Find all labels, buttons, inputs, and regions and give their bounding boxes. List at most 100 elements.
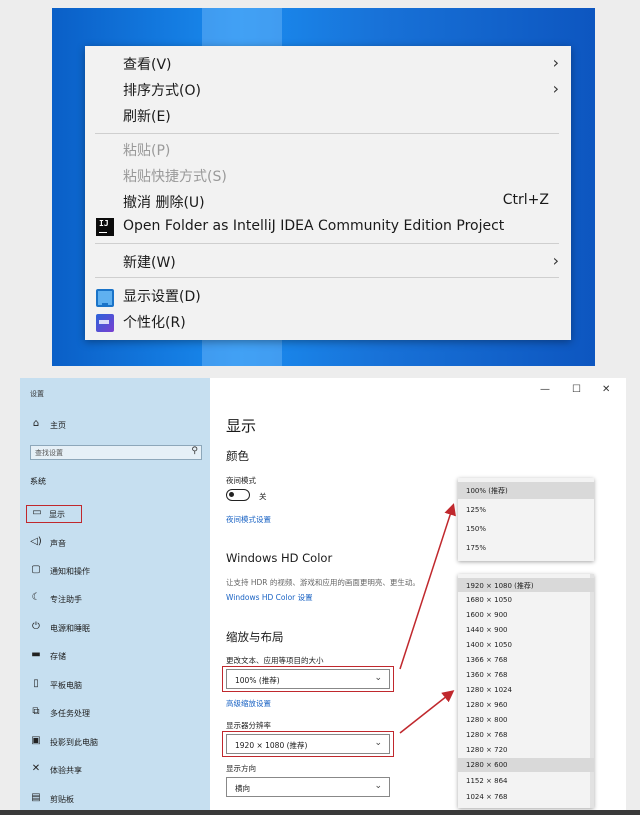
- annotation-highlight-box: [222, 666, 394, 692]
- resolution-option[interactable]: 1280 × 768: [458, 728, 594, 742]
- sidebar-item-label: 显示: [49, 510, 65, 519]
- sidebar-item-tablet[interactable]: ▯ 平板电脑: [30, 678, 200, 692]
- annotation-highlight-box: [222, 731, 394, 757]
- sidebar-item-label: 平板电脑: [50, 681, 82, 690]
- notification-icon: ▢: [31, 564, 41, 575]
- sidebar-item-clipboard[interactable]: ▤ 剪贴板: [30, 792, 200, 806]
- menu-item-view[interactable]: 查看(V) ›: [85, 50, 571, 76]
- screenshot-root: 查看(V) › 排序方式(O) › 刷新(E) 粘贴(P) 粘贴快捷方式(S) …: [0, 0, 640, 815]
- sidebar-item-home[interactable]: ⌂ 主页: [30, 418, 200, 432]
- menu-separator: [95, 133, 559, 134]
- close-button[interactable]: ✕: [602, 384, 610, 395]
- display-settings-icon: [96, 289, 114, 307]
- chevron-down-icon: ⌄: [374, 781, 382, 791]
- night-mode-settings-link[interactable]: 夜间模式设置: [226, 514, 271, 525]
- submenu-arrow-icon: ›: [552, 251, 559, 270]
- sidebar-item-label: 投影到此电脑: [50, 738, 98, 747]
- storage-icon: ▬: [31, 649, 41, 660]
- sidebar-item-project[interactable]: ▣ 投影到此电脑: [30, 735, 200, 749]
- personalize-icon: [96, 314, 114, 332]
- orientation-value: 横向: [235, 784, 250, 793]
- menu-item-label: 撤消 删除(U): [123, 195, 205, 211]
- menu-separator: [95, 243, 559, 244]
- resolution-option[interactable]: 1280 × 1024: [458, 683, 594, 697]
- menu-item-sort[interactable]: 排序方式(O) ›: [85, 76, 571, 102]
- night-mode-state: 关: [259, 492, 267, 501]
- scale-option[interactable]: 125%: [458, 502, 594, 519]
- home-icon: ⌂: [32, 418, 40, 429]
- sidebar-item-label: 电源和睡眠: [50, 624, 90, 633]
- clipboard-icon: ▤: [31, 792, 41, 803]
- sidebar-item-label: 主页: [50, 421, 66, 430]
- menu-item-open-intellij[interactable]: IJ Open Folder as IntelliJ IDEA Communit…: [85, 214, 571, 240]
- multitask-icon: ⧉: [32, 706, 40, 717]
- menu-item-personalize[interactable]: 个性化(R): [85, 308, 571, 334]
- menu-item-paste: 粘贴(P): [85, 136, 571, 162]
- project-icon: ▣: [31, 735, 41, 746]
- resolution-option[interactable]: 1280 × 800: [458, 713, 594, 727]
- menu-item-refresh[interactable]: 刷新(E): [85, 102, 571, 128]
- sidebar-item-label: 体验共享: [50, 766, 82, 775]
- resolution-option[interactable]: 1400 × 1050: [458, 638, 594, 652]
- monitor-icon: ▭: [32, 507, 42, 518]
- scale-label: 更改文本、应用等项目的大小: [226, 656, 324, 665]
- menu-item-display-settings[interactable]: 显示设置(D): [85, 282, 571, 308]
- resolution-option[interactable]: 1280 × 720: [458, 743, 594, 757]
- search-placeholder: 查找设置: [35, 449, 63, 457]
- hdr-description: 让支持 HDR 的视频、游戏和应用的画面更明亮、更生动。: [226, 578, 420, 587]
- sidebar-item-multitasking[interactable]: ⧉ 多任务处理: [30, 706, 200, 720]
- search-input[interactable]: 查找设置 ⚲: [30, 445, 202, 460]
- resolution-option[interactable]: 1600 × 900: [458, 608, 594, 622]
- page-title: 显示: [226, 417, 257, 435]
- sidebar-item-label: 声音: [50, 539, 66, 548]
- resolution-option[interactable]: 1280 × 960: [458, 698, 594, 712]
- sidebar-item-shared-experiences[interactable]: ✕ 体验共享: [30, 763, 200, 777]
- sidebar-item-label: 存储: [50, 652, 66, 661]
- resolution-option[interactable]: 1152 × 864: [458, 774, 594, 788]
- sidebar-item-storage[interactable]: ▬ 存储: [30, 649, 200, 663]
- orientation-label: 显示方向: [226, 764, 256, 773]
- advanced-scaling-link[interactable]: 高级缩放设置: [226, 698, 271, 709]
- menu-item-label: 显示设置(D): [123, 289, 201, 305]
- sidebar-item-sound[interactable]: ◁) 声音: [30, 536, 200, 550]
- menu-item-label: 个性化(R): [123, 315, 186, 331]
- maximize-button[interactable]: ☐: [572, 384, 581, 395]
- scale-option[interactable]: 175%: [458, 540, 594, 557]
- settings-sidebar: 设置 ⌂ 主页 查找设置 ⚲ 系统 ▭ 显示 ◁) 声音 ▢ 通知和操作 ☾ 专…: [20, 378, 210, 810]
- resolution-option[interactable]: 1680 × 1050: [458, 593, 594, 607]
- resolution-option[interactable]: 1440 × 900: [458, 623, 594, 637]
- scale-option[interactable]: 150%: [458, 521, 594, 538]
- tablet-icon: ▯: [33, 678, 39, 689]
- menu-separator: [95, 277, 559, 278]
- sidebar-item-focus-assist[interactable]: ☾ 专注助手: [30, 592, 200, 606]
- menu-item-label: 刷新(E): [123, 109, 171, 125]
- share-icon: ✕: [31, 763, 41, 774]
- resolution-option[interactable]: 1366 × 768: [458, 653, 594, 667]
- night-mode-toggle[interactable]: [226, 489, 250, 501]
- menu-item-label: 排序方式(O): [123, 83, 201, 99]
- night-mode-label: 夜间模式: [226, 476, 256, 485]
- sidebar-item-label: 多任务处理: [50, 709, 90, 718]
- intellij-icon: IJ: [96, 218, 114, 236]
- menu-item-undo-delete[interactable]: 撤消 删除(U) Ctrl+Z: [85, 188, 571, 214]
- menu-item-label: Open Folder as IntelliJ IDEA Community E…: [123, 218, 505, 234]
- resolution-options-list: 1920 × 1080 (推荐) 1680 × 1050 1600 × 900 …: [458, 574, 594, 808]
- hdr-settings-link[interactable]: Windows HD Color 设置: [226, 592, 313, 603]
- scale-options-list: 100% (推荐) 125% 150% 175%: [458, 478, 594, 561]
- sidebar-item-notifications[interactable]: ▢ 通知和操作: [30, 564, 200, 578]
- menu-item-new[interactable]: 新建(W) ›: [85, 248, 571, 274]
- sidebar-item-power[interactable]: ⏻ 电源和睡眠: [30, 621, 200, 635]
- sidebar-item-display[interactable]: ▭ 显示: [26, 505, 82, 523]
- scale-option[interactable]: 100% (推荐): [458, 482, 594, 499]
- orientation-dropdown[interactable]: 横向 ⌄: [226, 777, 390, 797]
- resolution-option[interactable]: 1920 × 1080 (推荐): [458, 578, 594, 592]
- resolution-option[interactable]: 1024 × 768: [458, 790, 594, 804]
- minimize-button[interactable]: —: [540, 384, 550, 395]
- menu-item-label: 查看(V): [123, 57, 172, 73]
- resolution-option[interactable]: 1280 × 600: [458, 758, 594, 772]
- resolution-option[interactable]: 1360 × 768: [458, 668, 594, 682]
- menu-item-label: 粘贴(P): [123, 143, 171, 159]
- menu-item-label: 粘贴快捷方式(S): [123, 169, 227, 185]
- menu-item-label: 新建(W): [123, 255, 176, 271]
- sidebar-item-label: 剪贴板: [50, 795, 74, 804]
